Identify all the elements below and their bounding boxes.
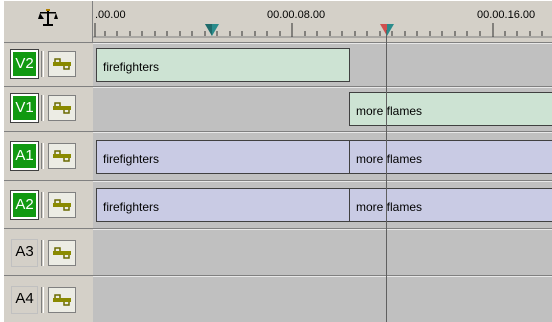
ruler-ticks xyxy=(93,23,552,38)
track-header-a2: A2 xyxy=(4,181,93,229)
clip-more-flames-v1[interactable]: more flames xyxy=(349,92,552,126)
track-toggle-v1[interactable]: V1 xyxy=(10,93,39,123)
scale-icon[interactable] xyxy=(38,9,58,27)
timeline-corner xyxy=(4,1,93,43)
track-header-a4: A4 xyxy=(4,276,93,322)
track-toggle-a4[interactable]: A4 xyxy=(11,286,38,314)
track-lane-a1[interactable]: firefighters more flames xyxy=(93,132,552,181)
sync-lock-icon xyxy=(53,58,71,70)
clip-firefighters-v2[interactable]: firefighters xyxy=(96,48,350,82)
clip-firefighters-a2[interactable]: firefighters xyxy=(96,188,350,222)
track-divider xyxy=(41,95,44,121)
track-lane-a2[interactable]: firefighters more flames xyxy=(93,181,552,229)
sync-lock-icon xyxy=(53,199,71,211)
track-divider xyxy=(41,192,44,218)
sync-lock-icon xyxy=(53,294,71,306)
track-header-a1: A1 xyxy=(4,132,93,181)
track-lane-v2[interactable]: firefighters xyxy=(93,43,552,87)
playhead-marker-icon[interactable] xyxy=(380,24,394,37)
sync-lock-icon xyxy=(53,247,71,259)
track-divider xyxy=(41,143,44,169)
track-divider xyxy=(41,287,44,313)
track-divider xyxy=(41,240,44,266)
track-toggle-a2[interactable]: A2 xyxy=(10,190,39,220)
track-lane-a3[interactable] xyxy=(93,229,552,276)
sync-lock-button[interactable] xyxy=(48,51,76,77)
sync-lock-button[interactable] xyxy=(48,95,76,121)
track-toggle-v2[interactable]: V2 xyxy=(10,49,39,79)
track-lane-a4[interactable] xyxy=(93,276,552,322)
track-lane-v1[interactable]: more flames xyxy=(93,87,552,132)
sync-lock-button[interactable] xyxy=(48,240,76,266)
sync-lock-button[interactable] xyxy=(48,143,76,169)
playhead-line[interactable] xyxy=(386,30,387,322)
time-ruler[interactable]: .00.00 00.00.08.00 00.00.16.00 xyxy=(93,1,552,43)
clip-more-flames-a2[interactable]: more flames xyxy=(349,188,552,222)
sync-lock-button[interactable] xyxy=(48,287,76,313)
track-toggle-a1[interactable]: A1 xyxy=(10,141,39,171)
track-header-v1: V1 xyxy=(4,87,93,132)
sync-lock-button[interactable] xyxy=(48,192,76,218)
track-header-v2: V2 xyxy=(4,43,93,87)
clip-more-flames-a1[interactable]: more flames xyxy=(349,140,552,174)
track-toggle-a3[interactable]: A3 xyxy=(11,239,38,267)
track-header-a3: A3 xyxy=(4,229,93,276)
sync-lock-icon xyxy=(53,102,71,114)
clip-firefighters-a1[interactable]: firefighters xyxy=(96,140,350,174)
sync-lock-icon xyxy=(53,150,71,162)
in-point-marker-icon[interactable] xyxy=(205,24,219,37)
track-divider xyxy=(41,51,44,77)
